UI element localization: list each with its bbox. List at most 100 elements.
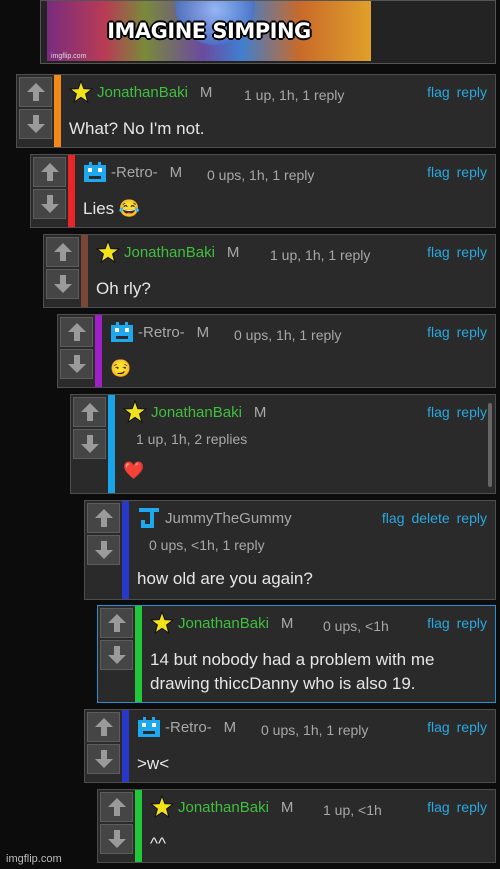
username[interactable]: -Retro- M: [165, 719, 236, 736]
upvote-button[interactable]: [100, 792, 133, 822]
comment: JonathanBaki M 1 up, 1h, 1 reply flag repl…: [16, 74, 496, 148]
username-text[interactable]: JonathanBaki: [124, 244, 215, 261]
comment: -Retro- M 0 ups, 1h, 1 reply flag reply Li…: [30, 154, 496, 228]
star-icon: [149, 794, 175, 819]
username[interactable]: JonathanBaki M: [151, 404, 266, 421]
comment-body: Oh rly?: [96, 279, 151, 298]
star-icon: [149, 610, 175, 635]
username-text[interactable]: -Retro-: [138, 324, 185, 341]
star-icon: [95, 239, 121, 264]
mod-badge: M: [169, 164, 183, 181]
retro-avatar-icon: [137, 715, 161, 739]
username-text[interactable]: JonathanBaki: [151, 404, 242, 421]
comment-meta: 1 up, <1h: [323, 802, 382, 818]
meme-image-card[interactable]: IMAGINE SIMPING imgflip.com: [40, 0, 496, 64]
username-text[interactable]: JonathanBaki: [97, 84, 188, 101]
vote-controls: [46, 237, 80, 301]
comment-meta: 0 ups, <1h: [323, 618, 389, 634]
upvote-button[interactable]: [100, 608, 133, 638]
comment: JonathanBaki M 1 up, 1h, 2 replies flag re…: [70, 394, 496, 494]
retro-avatar-icon: [110, 320, 134, 344]
flag-link[interactable]: flag: [427, 404, 450, 420]
upvote-button[interactable]: [73, 397, 106, 427]
downvote-button[interactable]: [100, 824, 133, 854]
comment: JonathanBaki M 1 up, <1h flag reply ^^: [97, 789, 496, 863]
username[interactable]: JonathanBaki M: [178, 799, 293, 816]
scrollbar[interactable]: [488, 403, 492, 487]
meme-image: IMAGINE SIMPING imgflip.com: [47, 1, 371, 61]
username[interactable]: -Retro- M: [111, 164, 182, 181]
username[interactable]: JonathanBaki M: [97, 84, 212, 101]
mod-badge: M: [280, 799, 294, 816]
vote-controls: [100, 792, 134, 856]
reply-link[interactable]: reply: [457, 244, 487, 260]
upvote-button[interactable]: [46, 237, 79, 267]
comment-body: how old are you again?: [137, 569, 313, 588]
upvote-button[interactable]: [19, 77, 52, 107]
comment-body: ^^: [150, 834, 166, 853]
comment: -Retro- M 0 ups, 1h, 1 reply flag reply 😏: [57, 314, 496, 388]
comment: -Retro- M 0 ups, 1h, 1 reply flag reply >w…: [84, 709, 496, 783]
comment-body: 14 but nobody had a problem with me draw…: [150, 650, 435, 693]
username-text[interactable]: -Retro-: [165, 719, 212, 736]
thread-depth-bar: [54, 75, 61, 147]
username[interactable]: JummyTheGummy: [165, 510, 292, 527]
downvote-button[interactable]: [46, 269, 79, 299]
username-text[interactable]: JonathanBaki: [178, 799, 269, 816]
flag-link[interactable]: flag: [427, 615, 450, 631]
username-text[interactable]: JonathanBaki: [178, 615, 269, 632]
thread-depth-bar: [68, 155, 75, 227]
downvote-button[interactable]: [19, 109, 52, 139]
vote-controls: [33, 157, 67, 221]
upvote-button[interactable]: [33, 157, 66, 187]
flag-link[interactable]: flag: [427, 84, 450, 100]
downvote-button[interactable]: [73, 429, 106, 459]
upvote-button[interactable]: [87, 712, 120, 742]
comment-meta: 0 ups, <1h, 1 reply: [149, 537, 265, 553]
comment-meta: 1 up, 1h, 1 reply: [244, 87, 345, 103]
flag-link[interactable]: flag: [427, 164, 450, 180]
downvote-button[interactable]: [60, 349, 93, 379]
upvote-button[interactable]: [60, 317, 93, 347]
downvote-button[interactable]: [87, 744, 120, 774]
username-text[interactable]: -Retro-: [111, 164, 158, 181]
reply-link[interactable]: reply: [457, 324, 487, 340]
reply-link[interactable]: reply: [457, 615, 487, 631]
flag-link[interactable]: flag: [427, 324, 450, 340]
upvote-button[interactable]: [87, 503, 120, 533]
comment-body: 😏: [110, 359, 132, 378]
comment-body: >w<: [137, 754, 170, 773]
thread-depth-bar: [135, 790, 142, 862]
reply-link[interactable]: reply: [457, 510, 487, 526]
comment-actions: flag delete reply: [375, 510, 487, 526]
username[interactable]: JonathanBaki M: [124, 244, 239, 261]
retro-avatar-icon: [83, 160, 107, 184]
delete-link[interactable]: delete: [411, 510, 449, 526]
downvote-button[interactable]: [33, 189, 66, 219]
reply-link[interactable]: reply: [457, 719, 487, 735]
downvote-button[interactable]: [87, 535, 120, 565]
comment-actions: flag reply: [420, 324, 487, 340]
comment-actions: flag reply: [420, 799, 487, 815]
comment: JonathanBaki M 0 ups, <1h flag reply 14 bu…: [97, 605, 496, 703]
reply-link[interactable]: reply: [457, 404, 487, 420]
comment-actions: flag reply: [420, 404, 487, 420]
flag-link[interactable]: flag: [427, 799, 450, 815]
reply-link[interactable]: reply: [457, 799, 487, 815]
meme-caption: IMAGINE SIMPING: [107, 19, 311, 43]
reply-link[interactable]: reply: [457, 84, 487, 100]
username[interactable]: JonathanBaki M: [178, 615, 293, 632]
flag-link[interactable]: flag: [427, 719, 450, 735]
flag-link[interactable]: flag: [382, 510, 405, 526]
comment: JonathanBaki M 1 up, 1h, 1 reply flag repl…: [43, 234, 496, 308]
username-text[interactable]: JummyTheGummy: [165, 510, 292, 527]
vote-controls: [87, 712, 121, 776]
reply-link[interactable]: reply: [457, 164, 487, 180]
username[interactable]: -Retro- M: [138, 324, 209, 341]
star-icon: [68, 79, 94, 104]
mod-badge: M: [226, 244, 240, 261]
thread-depth-bar: [108, 395, 115, 493]
downvote-button[interactable]: [100, 640, 133, 670]
vote-controls: [19, 77, 53, 141]
flag-link[interactable]: flag: [427, 244, 450, 260]
